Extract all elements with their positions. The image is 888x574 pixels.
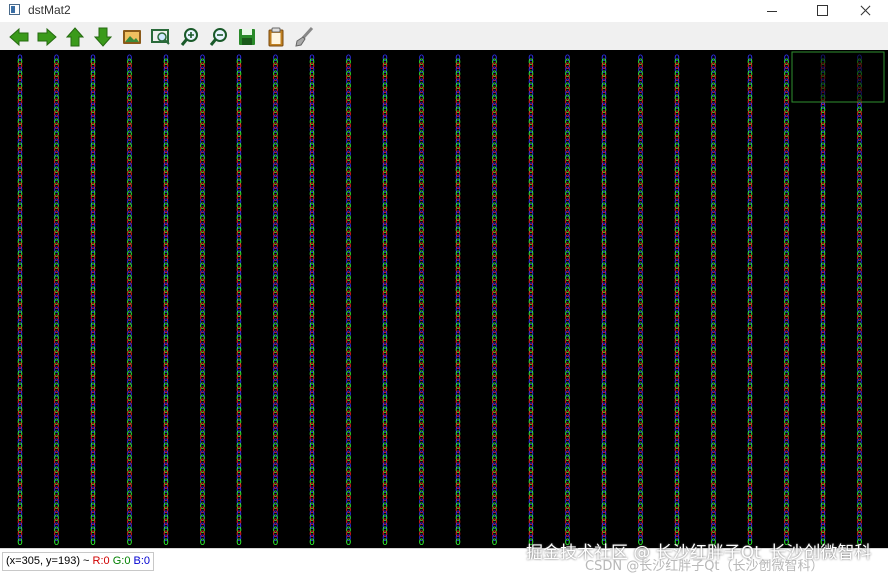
image-icon [123, 30, 141, 44]
pixel-g-value: 0 [17, 538, 23, 548]
pixel-value-grid[interactable]: 0000000000000000000000000000000000000000… [0, 50, 888, 548]
pixel-info: (x=305, y=193) ~ R:0 G:0 B:0 [2, 552, 155, 571]
watermark-line2: CSDN @长沙红胖子Qt（长沙创微智科） [585, 559, 824, 574]
pixel-g-value: 0 [382, 538, 388, 548]
window-title: dstMat2 [28, 3, 71, 17]
zoom-window-icon [151, 29, 170, 45]
pixel-g-value: 0 [273, 538, 279, 548]
status-bar: (x=305, y=193) ~ R:0 G:0 B:0 掘金技术社区 @ 长沙… [0, 543, 888, 574]
minimize-button[interactable] [752, 0, 792, 22]
title-bar: dstMat2 [0, 0, 888, 22]
back-button[interactable] [8, 26, 30, 48]
zoom-out-button[interactable] [208, 26, 230, 48]
close-button[interactable] [845, 0, 885, 22]
pixel-g-value: 0 [127, 538, 133, 548]
open-image-button[interactable] [121, 26, 143, 48]
down-button[interactable] [92, 26, 114, 48]
save-button[interactable] [236, 26, 258, 48]
arrow-down-icon [93, 27, 113, 47]
pixel-g-value: 0 [90, 538, 96, 548]
brush-icon [295, 26, 314, 47]
blue-value: B:0 [133, 555, 151, 567]
navigator-viewport [791, 51, 885, 103]
image-background [0, 50, 888, 548]
copy-button[interactable] [265, 26, 287, 48]
green-value: G:0 [112, 555, 131, 567]
clipboard-icon [268, 27, 284, 47]
arrow-right-icon [37, 27, 57, 47]
save-icon [239, 29, 255, 45]
pixel-g-value: 0 [346, 538, 352, 548]
pixel-g-value: 0 [492, 538, 498, 548]
maximize-button[interactable] [802, 0, 842, 22]
window-app-icon [9, 4, 20, 15]
up-button[interactable] [64, 26, 86, 48]
pixel-g-value: 0 [309, 538, 315, 548]
pixel-g-value: 0 [455, 538, 461, 548]
zoom-fit-button[interactable] [150, 26, 172, 48]
pixel-g-value: 0 [54, 538, 60, 548]
zoom-out-icon [209, 28, 227, 46]
pixel-g-value: 0 [236, 538, 242, 548]
properties-button[interactable] [293, 26, 315, 48]
pixel-g-value: 0 [419, 538, 425, 548]
arrow-up-icon [65, 27, 85, 47]
zoom-in-button[interactable] [179, 26, 201, 48]
forward-button[interactable] [36, 26, 58, 48]
arrow-left-icon [9, 27, 29, 47]
pixel-g-value: 0 [200, 538, 206, 548]
toolbar [0, 22, 888, 50]
zoom-in-icon [180, 28, 198, 46]
image-canvas[interactable]: 0000000000000000000000000000000000000000… [0, 50, 888, 548]
red-value: R:0 [92, 555, 110, 567]
cursor-coordinates: (x=305, y=193) ~ [6, 555, 90, 567]
pixel-g-value: 0 [163, 538, 169, 548]
